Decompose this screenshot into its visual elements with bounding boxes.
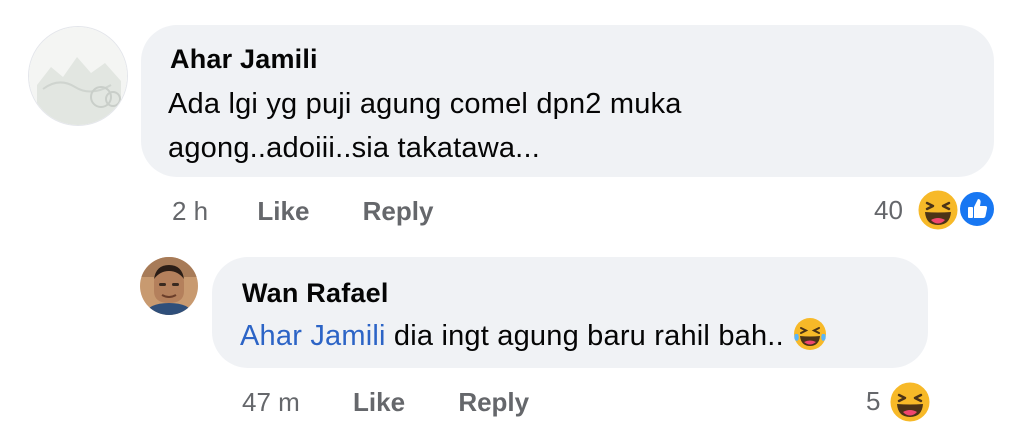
avatar-wan-rafael[interactable]: [140, 257, 198, 315]
like-icon: [958, 190, 996, 228]
reply-button[interactable]: Reply: [458, 387, 529, 417]
comment-author[interactable]: Wan Rafael: [242, 278, 389, 309]
avatar-ahar-jamili[interactable]: [28, 26, 128, 126]
comment-text-line: agong..adoiii..sia takatawa...: [168, 132, 540, 164]
comment-text: Ahar Jamili dia ingt agung baru rahil ba…: [240, 314, 828, 365]
haha-icon: [888, 380, 932, 424]
reaction-count[interactable]: 5: [866, 386, 880, 417]
reply-actions: 47 m Like Reply: [242, 387, 529, 418]
comment-timestamp[interactable]: 47 m: [242, 387, 300, 417]
mention-link[interactable]: Ahar Jamili: [240, 320, 386, 352]
comment-author[interactable]: Ahar Jamili: [170, 44, 318, 75]
laughing-tears-emoji: [792, 316, 828, 365]
like-button[interactable]: Like: [353, 387, 405, 417]
comment-text: Ada lgi yg puji agung comel dpn2 muka ag…: [168, 82, 682, 170]
like-button[interactable]: Like: [257, 196, 309, 226]
comment-text-body: dia ingt agung baru rahil bah..: [385, 320, 784, 352]
comment-timestamp[interactable]: 2 h: [172, 196, 208, 226]
haha-icon: [916, 188, 960, 232]
reaction-count[interactable]: 40: [874, 195, 903, 226]
comment-actions: 2 h Like Reply: [172, 196, 433, 227]
comment-text-line: Ada lgi yg puji agung comel dpn2 muka: [168, 88, 682, 120]
reply-button[interactable]: Reply: [363, 196, 434, 226]
